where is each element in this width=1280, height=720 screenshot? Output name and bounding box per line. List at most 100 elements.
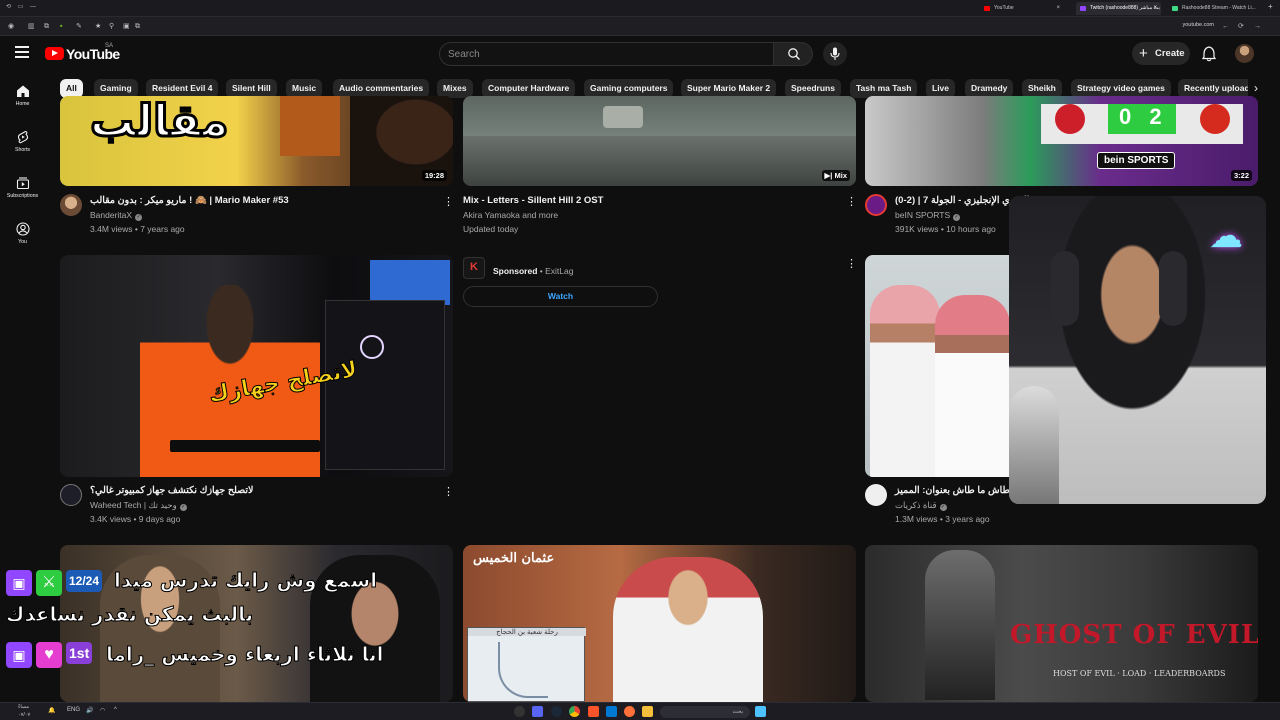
thumb-brick bbox=[280, 96, 340, 156]
new-tab-icon[interactable]: + bbox=[1268, 2, 1273, 11]
guide-item-subscriptions[interactable]: Subscriptions bbox=[0, 176, 45, 199]
window-controls[interactable]: ⟲ ▭ — bbox=[6, 3, 36, 10]
tab-title: Twitch (rashoode888) بث مباشر bbox=[1090, 5, 1160, 11]
video-title[interactable]: طاش ما طاش بعنوان: المميز bbox=[895, 485, 1010, 496]
video-title[interactable]: لاتصلح جهازك نكتشف جهاز كمبيوتر غالي؟ bbox=[90, 485, 253, 496]
club-crest-right bbox=[1200, 104, 1230, 134]
more-options-icon[interactable]: ⋮ bbox=[443, 195, 454, 209]
shield-icon[interactable]: ▪ bbox=[60, 22, 62, 31]
you-icon bbox=[15, 222, 30, 236]
home-icon bbox=[16, 85, 29, 97]
video-thumbnail[interactable]: لاتصلح جهازك bbox=[60, 255, 453, 477]
split-view-icon[interactable]: ▣ bbox=[123, 22, 130, 31]
store-icon[interactable] bbox=[606, 706, 617, 717]
headset-right bbox=[1159, 251, 1187, 326]
thumb-logo: عثمان الخميس bbox=[473, 551, 555, 566]
map-title: رحلة شعبة بن الحجاج bbox=[468, 628, 586, 636]
obs-icon[interactable] bbox=[514, 706, 525, 717]
twitch-favicon-icon bbox=[1080, 6, 1086, 11]
brave-icon[interactable] bbox=[588, 706, 599, 717]
pin-icon[interactable]: ✎ bbox=[76, 22, 82, 31]
close-icon[interactable]: × bbox=[1056, 2, 1060, 15]
tray-chevron-icon[interactable]: ^ bbox=[114, 707, 117, 713]
search-button[interactable] bbox=[773, 42, 813, 66]
search-input[interactable] bbox=[448, 47, 748, 62]
video-thumbnail[interactable]: مقالب 19:28 bbox=[60, 96, 453, 186]
more-options-icon[interactable]: ⋮ bbox=[846, 195, 857, 209]
clock-date[interactable]: ٠٧/٠٧ bbox=[18, 712, 30, 718]
address-bar[interactable]: youtube.com bbox=[1183, 22, 1215, 28]
bookmark-icon[interactable]: ⚲ bbox=[109, 22, 114, 31]
reload-icon[interactable]: ⟳ bbox=[1238, 22, 1244, 31]
network-icon[interactable]: ◠ bbox=[100, 707, 105, 714]
channel-name[interactable]: Waheed Tech | وحيد تك ✓ bbox=[90, 500, 187, 511]
tab-stream[interactable]: Rashoode88 Stream - Watch Li... bbox=[1168, 2, 1260, 15]
extensions-icon[interactable]: ◉ bbox=[8, 22, 14, 31]
star-icon[interactable]: ★ bbox=[95, 22, 101, 31]
channel-name[interactable]: beIN SPORTS ✓ bbox=[895, 210, 961, 221]
channel-name-text: beIN SPORTS bbox=[895, 210, 951, 220]
channel-name-text: Waheed Tech | وحيد تك bbox=[90, 500, 177, 510]
guide-item-shorts[interactable]: Shorts bbox=[0, 130, 45, 153]
advertiser-logo[interactable]: K bbox=[463, 257, 485, 279]
channel-avatar[interactable] bbox=[865, 484, 887, 506]
map-coast bbox=[498, 642, 548, 698]
video-title[interactable]: ماريو ميكر : بدون مقالب ! 🙈 | Mario Make… bbox=[90, 195, 289, 206]
discord-icon[interactable] bbox=[532, 706, 543, 717]
tab-twitch[interactable]: Twitch (rashoode888) بث مباشر × bbox=[1076, 2, 1161, 15]
more-options-icon[interactable]: ⋮ bbox=[443, 485, 454, 499]
thumb-map: رحلة شعبة بن الحجاج bbox=[467, 627, 586, 702]
menu-icon[interactable] bbox=[15, 46, 29, 58]
file-explorer-icon[interactable] bbox=[642, 706, 653, 717]
channel-name[interactable]: BanderitaX ✓ bbox=[90, 210, 143, 221]
create-button[interactable]: + Create bbox=[1132, 42, 1190, 65]
channel-avatar[interactable] bbox=[865, 194, 887, 216]
score-text: 0 2 bbox=[1119, 104, 1168, 129]
duration-badge: 19:28 bbox=[421, 170, 447, 181]
twitch-icon: ▣ bbox=[6, 642, 32, 668]
chat-message: انا ثلاثاء اربعاء وخميس _راما bbox=[106, 642, 385, 667]
bein-logo: bein SPORTS bbox=[1097, 152, 1176, 169]
tab-youtube[interactable]: YouTube × bbox=[980, 2, 1064, 15]
notifications-button[interactable] bbox=[1199, 44, 1219, 64]
youtube-logo-icon[interactable] bbox=[45, 47, 64, 60]
steam-icon[interactable] bbox=[551, 706, 562, 717]
channel-avatar[interactable] bbox=[60, 194, 82, 216]
back-icon[interactable]: ← bbox=[1222, 22, 1229, 31]
notification-icon[interactable]: 🔔 bbox=[48, 707, 55, 714]
channel-name[interactable]: Akira Yamaoka and more bbox=[463, 210, 558, 220]
account-avatar[interactable] bbox=[1235, 44, 1254, 63]
video-thumbnail[interactable]: ▶︎| Mix bbox=[463, 96, 856, 186]
sidebar-icon[interactable]: ▥ bbox=[28, 22, 35, 31]
translate-icon[interactable]: ⧉ bbox=[44, 22, 49, 31]
search-box[interactable] bbox=[439, 42, 774, 66]
more-options-icon[interactable]: ⋮ bbox=[846, 257, 857, 271]
search-icon bbox=[788, 48, 800, 60]
channel-avatar[interactable] bbox=[60, 484, 82, 506]
volume-icon[interactable]: 🔊 bbox=[86, 707, 93, 714]
sponsored-watch-button[interactable]: Watch bbox=[463, 286, 658, 307]
chrome-icon[interactable] bbox=[569, 706, 580, 717]
taskbar-search[interactable]: بحث bbox=[660, 706, 750, 718]
channel-name-text: BanderitaX bbox=[90, 210, 133, 220]
clock-time[interactable]: مساءً bbox=[18, 704, 29, 710]
guide-item-home[interactable]: Home bbox=[0, 84, 45, 107]
sponsored-label: Sponsored • ExitLag bbox=[493, 266, 574, 276]
video-thumbnail[interactable]: عثمان الخميس رحلة شعبة بن الحجاج bbox=[463, 545, 856, 702]
copy-link-icon[interactable]: ⧉ bbox=[135, 22, 140, 31]
bell-icon bbox=[1202, 46, 1216, 62]
thumb-figure bbox=[925, 550, 995, 700]
search-text: بحث bbox=[732, 709, 743, 715]
video-title[interactable]: Mix - Letters - Sillent Hill 2 OST bbox=[463, 195, 603, 206]
thumb-fan bbox=[360, 335, 384, 359]
video-thumbnail[interactable]: 0 2 bein SPORTS 3:22 bbox=[865, 96, 1258, 186]
firefox-icon[interactable] bbox=[624, 706, 635, 717]
close-icon[interactable]: × bbox=[1153, 2, 1157, 15]
forward-icon[interactable]: → bbox=[1254, 22, 1261, 31]
windows-start-icon[interactable] bbox=[755, 706, 766, 717]
video-thumbnail[interactable]: GHOST OF EVIL HOST OF EVIL · LOAD · LEAD… bbox=[865, 545, 1258, 702]
voice-search-button[interactable] bbox=[823, 42, 847, 66]
channel-name[interactable]: قناة ذكريات ✓ bbox=[895, 500, 947, 511]
language-indicator[interactable]: ENG bbox=[67, 707, 80, 713]
guide-item-you[interactable]: You bbox=[0, 222, 45, 245]
